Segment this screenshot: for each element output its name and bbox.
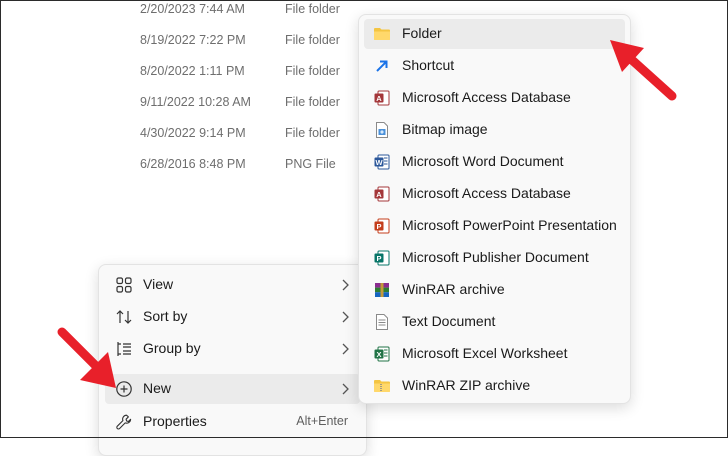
svg-text:A: A	[376, 190, 382, 199]
menu-item-view[interactable]: View	[105, 270, 360, 300]
menu-item-sort-by[interactable]: Sort by	[105, 302, 360, 332]
svg-text:P: P	[376, 254, 381, 263]
context-menu: View Sort by Group by New Properties Alt…	[98, 264, 367, 456]
text-document-icon	[376, 314, 388, 330]
submenu-item-label: WinRAR ZIP archive	[402, 377, 531, 393]
excel-icon: X	[374, 346, 390, 362]
annotation-arrow-new	[57, 327, 116, 388]
submenu-item-label: Microsoft Excel Worksheet	[402, 345, 568, 361]
submenu-item-label: Microsoft Word Document	[402, 153, 564, 169]
folder-icon	[374, 28, 390, 40]
file-date: 8/19/2022 7:22 PM	[140, 33, 246, 47]
file-date: 8/20/2022 1:11 PM	[140, 64, 245, 78]
submenu-item-folder[interactable]: Folder	[364, 19, 625, 49]
submenu-item-label: Microsoft PowerPoint Presentation	[402, 217, 617, 233]
file-date: 4/30/2022 9:14 PM	[140, 126, 246, 140]
svg-text:P: P	[376, 222, 381, 231]
winrar-zip-icon	[374, 380, 390, 392]
file-type: File folder	[285, 2, 340, 16]
menu-item-properties[interactable]: Properties Alt+Enter	[105, 407, 360, 437]
chevron-right-icon	[342, 279, 349, 291]
chevron-right-icon	[342, 311, 349, 323]
submenu-item-label: Bitmap image	[402, 121, 488, 137]
submenu-item-label: Microsoft Access Database	[402, 89, 571, 105]
submenu-item-label: Microsoft Publisher Document	[402, 249, 589, 265]
submenu-item-label: Text Document	[402, 313, 496, 329]
svg-text:W: W	[375, 158, 383, 167]
menu-item-label: View	[143, 276, 174, 292]
winrar-icon	[375, 283, 389, 297]
submenu-item-winrar-zip[interactable]: WinRAR ZIP archive	[364, 371, 625, 401]
annotation-arrow-folder	[610, 40, 677, 101]
keyboard-shortcut: Alt+Enter	[296, 414, 348, 428]
submenu-item-access-database[interactable]: A Microsoft Access Database	[364, 83, 625, 113]
chevron-right-icon	[342, 383, 349, 395]
file-row[interactable]: 2/20/2023 7:44 AM File folder	[0, 2, 360, 22]
file-date: 9/11/2022 10:28 AM	[140, 95, 251, 109]
submenu-item-shortcut[interactable]: Shortcut	[364, 51, 625, 81]
menu-item-group-by[interactable]: Group by	[105, 334, 360, 364]
submenu-item-label: Shortcut	[402, 57, 455, 73]
file-type: PNG File	[285, 157, 336, 171]
submenu-item-word-document[interactable]: W Microsoft Word Document	[364, 147, 625, 177]
publisher-icon: P	[374, 250, 390, 266]
submenu-item-publisher[interactable]: P Microsoft Publisher Document	[364, 243, 625, 273]
submenu-item-label: Microsoft Access Database	[402, 185, 571, 201]
file-type: File folder	[285, 95, 340, 109]
menu-item-new[interactable]: New	[105, 374, 360, 404]
svg-text:X: X	[376, 350, 381, 359]
file-type: File folder	[285, 64, 340, 78]
submenu-item-text-document[interactable]: Text Document	[364, 307, 625, 337]
file-row[interactable]: 6/28/2016 8:48 PM PNG File	[0, 157, 360, 177]
menu-item-label: New	[143, 380, 172, 396]
chevron-right-icon	[342, 343, 349, 355]
svg-text:A: A	[376, 94, 382, 103]
submenu-item-label: Folder	[402, 25, 442, 41]
view-grid-icon	[116, 277, 132, 293]
file-row[interactable]: 8/20/2022 1:11 PM File folder	[0, 64, 360, 84]
file-row[interactable]: 9/11/2022 10:28 AM File folder	[0, 95, 360, 115]
submenu-item-bitmap-image[interactable]: Bitmap image	[364, 115, 625, 145]
menu-item-label: Properties	[143, 413, 207, 429]
new-submenu: Folder Shortcut A Microsoft Access Datab…	[358, 14, 631, 404]
submenu-item-powerpoint[interactable]: P Microsoft PowerPoint Presentation	[364, 211, 625, 241]
submenu-item-label: WinRAR archive	[402, 281, 505, 297]
menu-item-label: Group by	[143, 340, 201, 356]
wrench-icon	[116, 414, 132, 430]
submenu-item-winrar-archive[interactable]: WinRAR archive	[364, 275, 625, 305]
file-date: 6/28/2016 8:48 PM	[140, 157, 246, 171]
file-row[interactable]: 8/19/2022 7:22 PM File folder	[0, 33, 360, 53]
access-icon: A	[374, 90, 390, 106]
file-type: File folder	[285, 33, 340, 47]
file-type: File folder	[285, 126, 340, 140]
access-icon: A	[374, 186, 390, 202]
word-icon: W	[374, 154, 390, 170]
menu-item-label: Sort by	[143, 308, 188, 324]
bitmap-icon	[376, 122, 388, 138]
powerpoint-icon: P	[374, 218, 390, 234]
submenu-item-access-database-2[interactable]: A Microsoft Access Database	[364, 179, 625, 209]
submenu-item-excel-worksheet[interactable]: X Microsoft Excel Worksheet	[364, 339, 625, 369]
shortcut-icon	[376, 60, 388, 72]
file-row[interactable]: 4/30/2022 9:14 PM File folder	[0, 126, 360, 146]
file-date: 2/20/2023 7:44 AM	[140, 2, 245, 16]
